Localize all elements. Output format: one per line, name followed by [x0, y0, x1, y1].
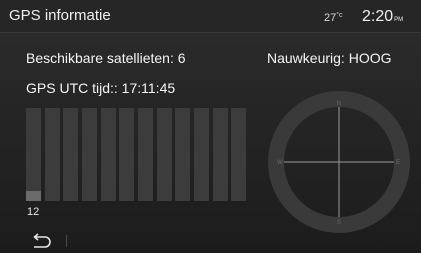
- satellite-signal-bar: [157, 108, 172, 201]
- compass-east-label: E: [396, 160, 400, 166]
- satellite-signal-bar: [231, 108, 246, 201]
- page-title: GPS informatie: [9, 7, 111, 24]
- satellite-signal-bar: [213, 108, 228, 201]
- satellite-signal-bar: [63, 108, 78, 201]
- satellite-signal-fill: [26, 191, 41, 201]
- satellite-signal-bars: [26, 108, 250, 201]
- temperature-readout: 27°c: [324, 12, 343, 24]
- compass-north-label: N: [337, 101, 341, 107]
- satellite-id-label: 12: [27, 206, 40, 218]
- compass-west-label: W: [277, 160, 283, 166]
- clock-time: 2:20: [362, 8, 394, 25]
- satellite-signal-bar: [101, 108, 116, 201]
- satellite-signal-bar: [82, 108, 97, 201]
- compass-sky-plot: N S E W: [268, 91, 410, 233]
- gps-content: Beschikbare satellieten: 6 Nauwkeurig: H…: [0, 33, 421, 253]
- clock-suffix: PM: [394, 17, 404, 23]
- top-bar: GPS informatie 27°c 2:20PM: [0, 0, 421, 33]
- temperature-value: 27: [324, 12, 337, 24]
- back-arrow-icon[interactable]: [30, 232, 52, 250]
- satellite-signal-bar: [45, 108, 60, 201]
- satellite-signal-bar: [175, 108, 190, 201]
- satellite-signal-bar: [26, 108, 41, 201]
- accuracy-status: Nauwkeurig: HOOG: [267, 50, 392, 66]
- clock: 2:20PM: [362, 8, 403, 26]
- satellite-signal-bar: [138, 108, 153, 201]
- satellites-available: Beschikbare satellieten: 6: [26, 50, 186, 66]
- footer-divider: [66, 235, 67, 247]
- satellite-signal-bar: [119, 108, 134, 201]
- temperature-unit: °c: [336, 12, 343, 19]
- gps-utc-time: GPS UTC tijd:: 17:11:45: [26, 80, 176, 96]
- satellite-signal-bar: [194, 108, 209, 201]
- compass-south-label: S: [337, 220, 341, 226]
- gps-info-screen: GPS informatie 27°c 2:20PM Beschikbare s…: [0, 0, 421, 253]
